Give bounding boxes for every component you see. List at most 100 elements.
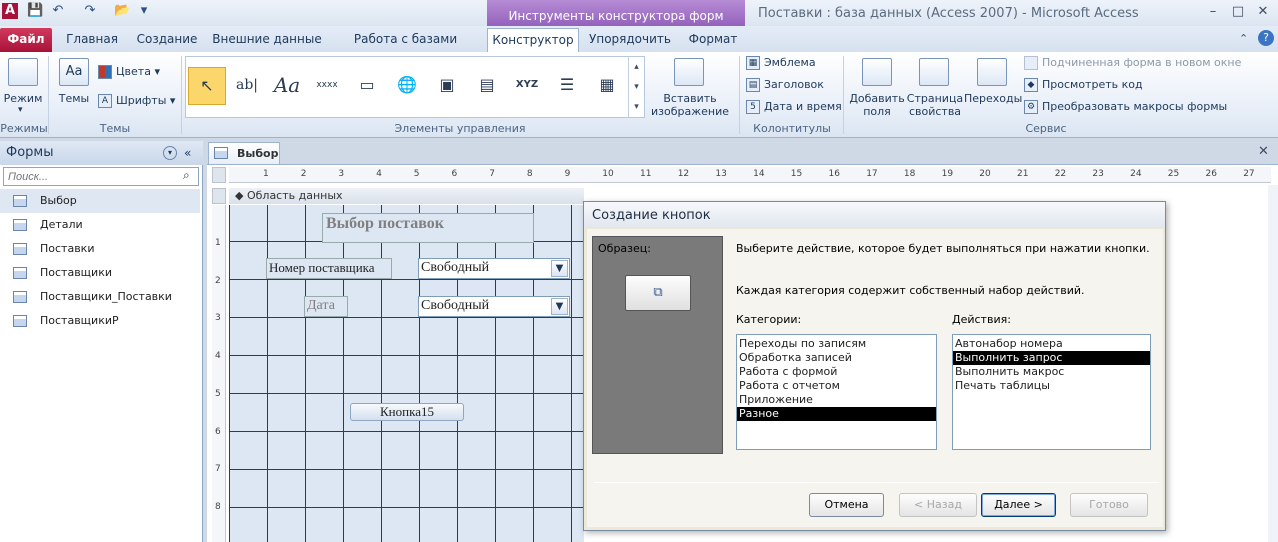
category-item-selected[interactable]: Разное <box>737 407 936 421</box>
tab-home[interactable]: Главная <box>62 28 122 52</box>
vertical-scrollbar[interactable] <box>1268 185 1278 542</box>
customize-qat-icon[interactable]: ▾ <box>136 3 152 19</box>
supplier-label[interactable]: Номер поставщика <box>266 258 392 279</box>
chevron-down-icon[interactable]: ▼ <box>551 298 568 315</box>
category-item[interactable]: Обработка записей <box>737 351 936 365</box>
tab-external-data[interactable]: Внешние данные <box>212 28 322 52</box>
themes-button-label[interactable]: Темы <box>53 92 95 105</box>
textbox-icon[interactable]: ab| <box>228 67 266 105</box>
back-button[interactable]: < Назад <box>899 493 977 517</box>
nav-item-postavki[interactable]: Поставки <box>0 237 200 261</box>
tab-design[interactable]: Конструктор <box>487 28 579 52</box>
category-item[interactable]: Работа с отчетом <box>737 379 936 393</box>
minimize-button[interactable]: – <box>1202 3 1224 21</box>
subform-new-window-button[interactable]: Подчиненная форма в новом окне <box>1024 53 1241 73</box>
tab-database-tools[interactable]: Работа с базами данных <box>333 28 478 68</box>
ruler-mark: 10 <box>602 169 614 179</box>
tab-order-label[interactable]: Переходы <box>964 92 1022 105</box>
insert-image-icon[interactable] <box>674 58 704 86</box>
tab-create[interactable]: Создание <box>132 28 202 52</box>
tab-format[interactable]: Формат <box>682 28 744 52</box>
hyperlink-icon[interactable]: 🌐 <box>388 67 426 105</box>
add-fields-icon[interactable] <box>862 58 892 86</box>
tools-group-label: Сервис <box>1025 122 1067 135</box>
button-control-icon[interactable]: xxxx <box>308 67 346 105</box>
insert-image-label[interactable]: Вставить <box>646 92 734 105</box>
nav-item-vybor[interactable]: Выбор <box>0 189 200 213</box>
view-dropdown-icon[interactable]: ▾ <box>18 105 23 115</box>
nav-item-postavshiki[interactable]: Поставщики <box>0 261 200 285</box>
category-item[interactable]: Работа с формой <box>737 365 936 379</box>
title-button[interactable]: ▤ Заголовок <box>746 75 824 95</box>
nav-menu-chevron-icon[interactable]: ▾ <box>163 146 177 160</box>
gallery-scroll[interactable]: ▴ ▾ ▾ <box>628 57 644 117</box>
action-item[interactable]: Выполнить макрос <box>953 365 1150 379</box>
action-item[interactable]: Автонабор номера <box>953 337 1150 351</box>
add-fields-label[interactable]: Добавить <box>848 92 906 105</box>
access-app-icon[interactable]: A <box>2 3 18 19</box>
date-label[interactable]: Дата <box>304 296 348 317</box>
nav-search-input[interactable] <box>3 167 199 186</box>
form-button-knopka15[interactable]: Кнопка15 <box>350 403 464 421</box>
ruler-mark: 2 <box>300 169 307 179</box>
logo-button[interactable]: ▦ Эмблема <box>746 53 816 73</box>
category-item[interactable]: Переходы по записям <box>737 337 936 351</box>
select-pointer-icon[interactable]: ↖ <box>188 67 226 105</box>
collapse-ribbon-icon[interactable]: ⌃ <box>1239 32 1248 45</box>
add-fields-label-2[interactable]: поля <box>848 105 906 118</box>
date-combobox[interactable]: Свободный <box>418 296 570 317</box>
tab-file[interactable]: Файл <box>0 28 52 52</box>
chevron-down-icon[interactable]: ▼ <box>551 260 568 277</box>
fonts-button[interactable]: A Шрифты ▾ <box>98 91 175 111</box>
property-sheet-label[interactable]: Страница <box>906 92 964 105</box>
view-code-button[interactable]: ◆ Просмотреть код <box>1024 75 1143 95</box>
datetime-button[interactable]: 5 Дата и время <box>746 97 842 117</box>
cancel-button[interactable]: Отмена <box>809 493 884 517</box>
action-item[interactable]: Печать таблицы <box>953 379 1150 393</box>
view-button-label[interactable]: Режим <box>2 92 44 105</box>
form-design-grid[interactable] <box>229 205 584 542</box>
form-title-label[interactable]: Выбор поставок <box>322 213 534 243</box>
help-icon[interactable]: ? <box>1258 30 1274 46</box>
navigation-control-icon[interactable]: ▤ <box>468 67 506 105</box>
next-button[interactable]: Далее > <box>981 493 1056 517</box>
action-item-selected[interactable]: Выполнить запрос <box>953 351 1150 365</box>
colors-button[interactable]: Цвета ▾ <box>98 62 160 82</box>
ruler-mark: 3 <box>215 313 221 324</box>
category-item[interactable]: Приложение <box>737 393 936 407</box>
label-icon[interactable]: Aa <box>268 67 306 105</box>
search-icon[interactable]: ⌕ <box>183 168 190 183</box>
close-document-icon[interactable]: ✕ <box>1258 144 1269 159</box>
save-icon[interactable]: 💾 <box>27 3 43 19</box>
property-sheet-label-2[interactable]: свойства <box>906 105 964 118</box>
close-button[interactable]: ✕ <box>1252 3 1274 21</box>
option-group-icon[interactable]: XYZ <box>508 67 546 105</box>
categories-listbox[interactable]: Переходы по записям Обработка записей Ра… <box>736 334 937 450</box>
tab-arrange[interactable]: Упорядочить <box>584 28 676 52</box>
form-selector[interactable] <box>212 167 226 183</box>
section-selector[interactable] <box>212 188 226 204</box>
convert-macros-button[interactable]: ⚙ Преобразовать макросы формы <box>1024 97 1227 117</box>
supplier-combobox[interactable]: Свободный <box>418 258 570 279</box>
redo-icon[interactable]: ↷ <box>82 3 98 19</box>
insert-image-label-2[interactable]: изображение <box>646 105 734 118</box>
maximize-button[interactable]: □ <box>1227 3 1249 21</box>
combo-box-icon[interactable]: ▦ <box>588 67 626 105</box>
web-browser-icon[interactable]: ▣ <box>428 67 466 105</box>
open-folder-icon[interactable]: 📂 <box>114 3 130 19</box>
dialog-title-bar[interactable]: Создание кнопок <box>584 202 1165 228</box>
finish-button[interactable]: Готово <box>1070 493 1148 517</box>
tab-control-icon[interactable]: ▭ <box>348 67 386 105</box>
page-break-icon[interactable]: ☰ <box>548 67 586 105</box>
undo-icon[interactable]: ↶ <box>50 3 66 19</box>
view-icon[interactable] <box>8 58 38 86</box>
nav-item-postavshikir[interactable]: ПоставщикиР <box>0 309 200 333</box>
themes-icon[interactable]: Aa <box>59 58 89 86</box>
section-bar-detail[interactable]: ◆ Область данных <box>229 188 584 204</box>
nav-collapse-icon[interactable]: « <box>184 146 191 160</box>
nav-item-postavshiki-postavki[interactable]: Поставщики_Поставки <box>0 285 200 309</box>
actions-listbox[interactable]: Автонабор номера Выполнить запрос Выполн… <box>952 334 1151 450</box>
property-sheet-icon[interactable] <box>919 58 949 86</box>
tab-order-icon[interactable] <box>977 58 1007 86</box>
nav-item-detali[interactable]: Детали <box>0 213 200 237</box>
